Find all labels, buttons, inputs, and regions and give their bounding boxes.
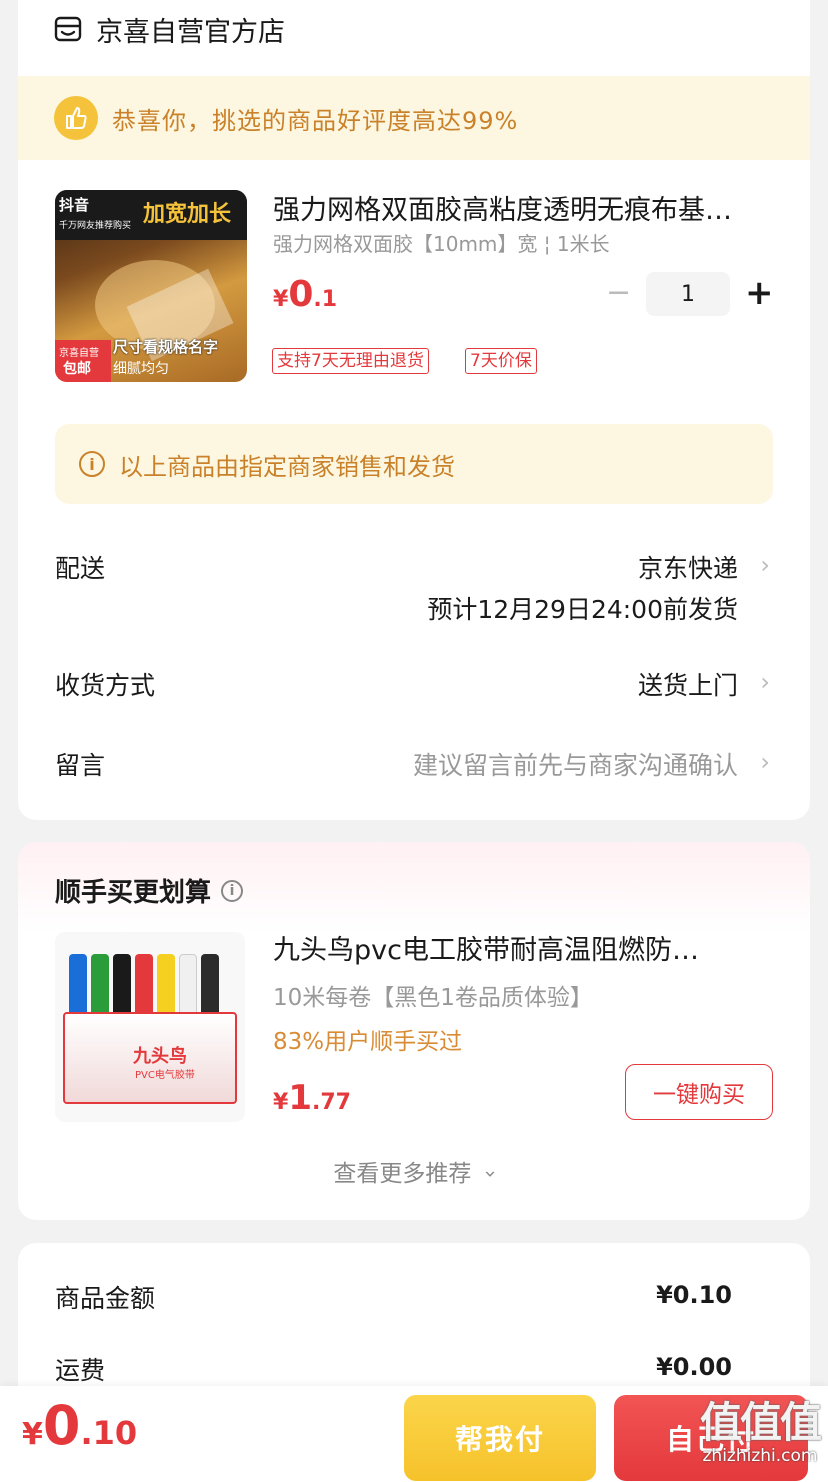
recommend-product-spec[interactable]: 10米每卷【黑色1卷品质体验】 (273, 978, 593, 1012)
image-band: 尺寸看规格名字 (113, 338, 219, 356)
store-header[interactable]: 京喜自营官方店 (54, 8, 285, 50)
congrats-banner: 恭喜你，挑选的商品好评度高达99% (18, 76, 810, 160)
product-price: ¥ 0 .1 (273, 274, 337, 315)
price-symbol: ¥ (273, 287, 289, 312)
product-spec[interactable]: 强力网格双面胶【10mm】宽 ¦ 1米长 (273, 228, 610, 257)
recommend-price-integer: 1 (288, 1078, 312, 1118)
receive-method-chevron-icon[interactable]: › (760, 668, 770, 696)
recommend-price-symbol: ¥ (273, 1090, 289, 1115)
total-symbol: ¥ (22, 1417, 43, 1452)
shipping-label: 运费 (55, 1356, 106, 1385)
store-icon (54, 16, 82, 42)
quantity-plus-button[interactable]: + (745, 276, 774, 310)
image-subline: 千万网友推荐购买 (59, 221, 132, 231)
see-more-recommendations[interactable]: 查看更多推荐 › (18, 1154, 810, 1188)
recommend-product-image[interactable]: 九头鸟 PVC电气胶带 (55, 932, 245, 1122)
recommend-price-decimal: .77 (311, 1090, 351, 1115)
receive-method-value[interactable]: 送货上门 (638, 666, 738, 702)
quantity-minus-button[interactable]: − (606, 278, 631, 308)
image-badge-douyin: 抖音 (59, 196, 90, 214)
price-decimal: .1 (313, 287, 338, 312)
thumbs-up-icon (54, 96, 98, 140)
seller-notice: i 以上商品由指定商家销售和发货 (55, 424, 773, 504)
recommend-price: ¥ 1 .77 (273, 1078, 351, 1118)
shipping-value: ¥0.00 (656, 1353, 732, 1381)
message-input[interactable]: 建议留言前先与商家沟通确认 (413, 746, 738, 782)
goods-amount-value: ¥0.10 (656, 1281, 732, 1309)
info-icon: i (79, 451, 105, 477)
product-image[interactable]: 抖音 加宽加长 千万网友推荐购买 尺寸看规格名字 京喜自营 包邮 细腻均匀 (55, 190, 247, 382)
price-protect-tag: 7天价保 (465, 348, 537, 374)
congrats-text: 恭喜你，挑选的商品好评度高达99% (112, 106, 519, 135)
delivery-label: 配送 (55, 554, 106, 583)
recommend-product-title[interactable]: 九头鸟pvc电工胶带耐高温阻燃防… (273, 928, 763, 967)
see-more-label: 查看更多推荐 (333, 1161, 472, 1187)
recommend-image-brand: 九头鸟 (133, 1046, 187, 1067)
delivery-estimate: 预计12月29日24:00前发货 (427, 595, 738, 624)
store-name: 京喜自营官方店 (96, 16, 285, 48)
recommend-title: 顺手买更划算 (55, 878, 212, 908)
product-title[interactable]: 强力网格双面胶高粘度透明无痕布基… (273, 188, 763, 227)
recommend-image-sub: PVC电气胶带 (135, 1070, 195, 1081)
quantity-input[interactable]: 1 (646, 272, 730, 316)
total-price: ¥ 0 .10 (22, 1394, 137, 1457)
message-label: 留言 (55, 751, 106, 780)
goods-amount-label: 商品金额 (55, 1284, 156, 1313)
one-click-buy-button[interactable]: 一键购买 (625, 1064, 773, 1120)
seller-notice-text: 以上商品由指定商家销售和发货 (119, 452, 455, 481)
recommend-header: 顺手买更划算 i (55, 872, 244, 909)
total-decimal: .10 (80, 1414, 138, 1452)
chevron-down-icon: › (478, 1170, 503, 1178)
image-badge-ship: 包邮 (63, 361, 91, 377)
image-headline: 加宽加长 (143, 202, 232, 227)
checkout-bar: ¥ 0 .10 帮我付 自己付 (0, 1386, 828, 1482)
order-card: 京喜自营官方店 恭喜你，挑选的商品好评度高达99% 抖音 加宽加长 千万网友推荐… (18, 0, 810, 820)
info-icon[interactable]: i (221, 879, 244, 902)
recommend-card: 顺手买更划算 i 九头鸟 PVC电气胶带 九头鸟pvc电工胶带耐高温阻燃防… 1… (18, 842, 810, 1220)
price-integer: 0 (288, 274, 314, 315)
message-chevron-icon[interactable]: › (760, 748, 770, 776)
image-badge-store: 京喜自营 (59, 348, 99, 359)
help-pay-button[interactable]: 帮我付 (404, 1395, 596, 1481)
recommend-popularity: 83%用户顺手买过 (273, 1029, 463, 1055)
self-pay-button[interactable]: 自己付 (614, 1395, 808, 1481)
return-policy-tag: 支持7天无理由退货 (272, 348, 429, 374)
total-integer: 0 (42, 1394, 81, 1457)
delivery-chevron-icon[interactable]: › (760, 551, 770, 579)
receive-method-label: 收货方式 (55, 671, 156, 700)
image-foot: 细腻均匀 (113, 361, 169, 377)
delivery-carrier[interactable]: 京东快递 (638, 549, 738, 585)
